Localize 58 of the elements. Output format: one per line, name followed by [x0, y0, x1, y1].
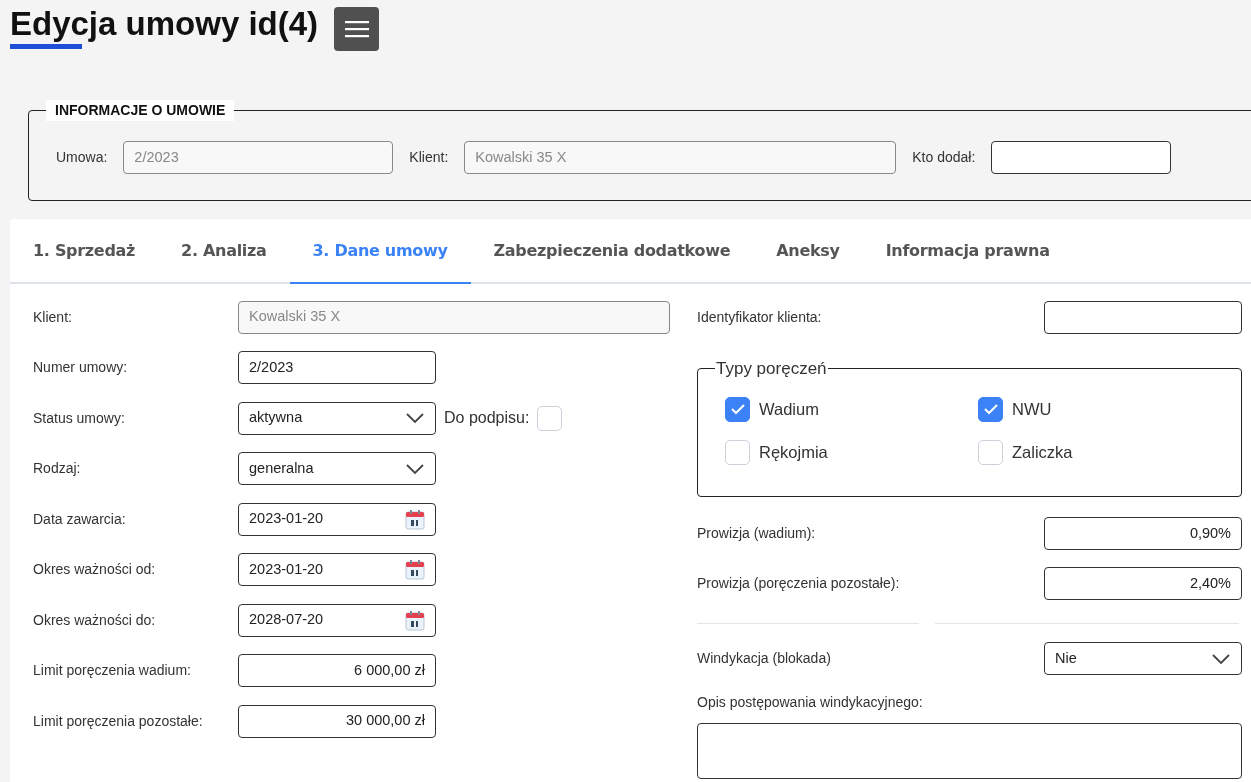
- field-label: Prowizja (poręczenia pozostałe):: [697, 574, 900, 593]
- field-label: Klient:: [33, 307, 73, 327]
- field-label: Windykacja (blokada): [697, 649, 831, 668]
- amount-field[interactable]: 30 000,00 zł: [238, 704, 436, 738]
- tab[interactable]: 1. Sprzedaż: [10, 219, 159, 282]
- title-underline: [10, 44, 82, 49]
- tab[interactable]: Aneksy: [753, 219, 863, 282]
- checkbox-label: NWU: [1012, 398, 1052, 420]
- input-field[interactable]: 2,40%: [1044, 567, 1242, 600]
- text-area[interactable]: [697, 722, 1242, 779]
- date-field[interactable]: 2028-07-20: [238, 603, 436, 637]
- calendar-icon: [405, 508, 425, 530]
- checkmark-icon: [729, 403, 746, 415]
- input-field[interactable]: 2/2023: [238, 351, 436, 385]
- tab[interactable]: 2. Analiza: [158, 219, 290, 282]
- amount-field[interactable]: 6 000,00 zł: [238, 654, 436, 688]
- select-field[interactable]: generalna: [238, 452, 436, 486]
- input-field[interactable]: [991, 141, 1172, 174]
- field-label: Status umowy:: [33, 408, 126, 428]
- page-title: Edycja umowy id(4): [10, 7, 319, 40]
- tab[interactable]: Zabezpieczenia dodatkowe: [470, 219, 754, 282]
- checkbox-label: Do podpisu:: [444, 408, 530, 429]
- tab[interactable]: Informacja prawna: [862, 219, 1073, 282]
- tab[interactable]: 3. Dane umowy: [289, 219, 471, 284]
- field-label: Data zawarcia:: [33, 509, 127, 529]
- field-label: Opis postępowania windykacyjnego:: [697, 692, 924, 712]
- input-field[interactable]: [1044, 300, 1242, 334]
- checkbox[interactable]: [978, 396, 1003, 422]
- panel-legend: INFORMACJE O UMOWIE: [46, 100, 235, 121]
- field-label: Umowa:: [56, 148, 108, 167]
- field-label: Okres ważności do:: [33, 610, 157, 630]
- field-label: Limit poręczenia wadium:: [33, 661, 192, 681]
- chevron-down-icon: [405, 412, 425, 425]
- date-field[interactable]: 2023-01-20: [238, 502, 436, 536]
- checkbox-label: Zaliczka: [1012, 441, 1073, 463]
- calendar-icon: [405, 609, 425, 631]
- checkbox[interactable]: [725, 396, 750, 422]
- select-field[interactable]: aktywna: [238, 401, 436, 435]
- select-field[interactable]: Nie: [1044, 642, 1242, 675]
- menu-button[interactable]: [334, 7, 380, 51]
- date-field[interactable]: 2023-01-20: [238, 553, 436, 587]
- field-label: Numer umowy:: [33, 358, 129, 378]
- menu-icon: [344, 20, 369, 38]
- field-label: Okres ważności od:: [33, 560, 157, 580]
- field-label: Prowizja (wadium):: [697, 524, 816, 543]
- field-label: Kto dodał:: [912, 148, 976, 167]
- checkmark-icon: [982, 403, 999, 415]
- field-label: Rodzaj:: [33, 459, 82, 479]
- chevron-down-icon: [405, 462, 425, 475]
- panel-legend: Typy poręczeń: [715, 356, 828, 382]
- checkbox-label: Wadium: [759, 398, 819, 420]
- calendar-icon: [405, 559, 425, 581]
- input-field[interactable]: 0,90%: [1044, 517, 1242, 550]
- checkbox-label: Rękojmia: [759, 441, 828, 463]
- field-label: Klient:: [409, 148, 449, 167]
- chevron-down-icon: [1211, 652, 1231, 665]
- field-label: Identyfikator klienta:: [697, 307, 822, 327]
- field-label: Limit poręczenia pozostałe:: [33, 711, 204, 731]
